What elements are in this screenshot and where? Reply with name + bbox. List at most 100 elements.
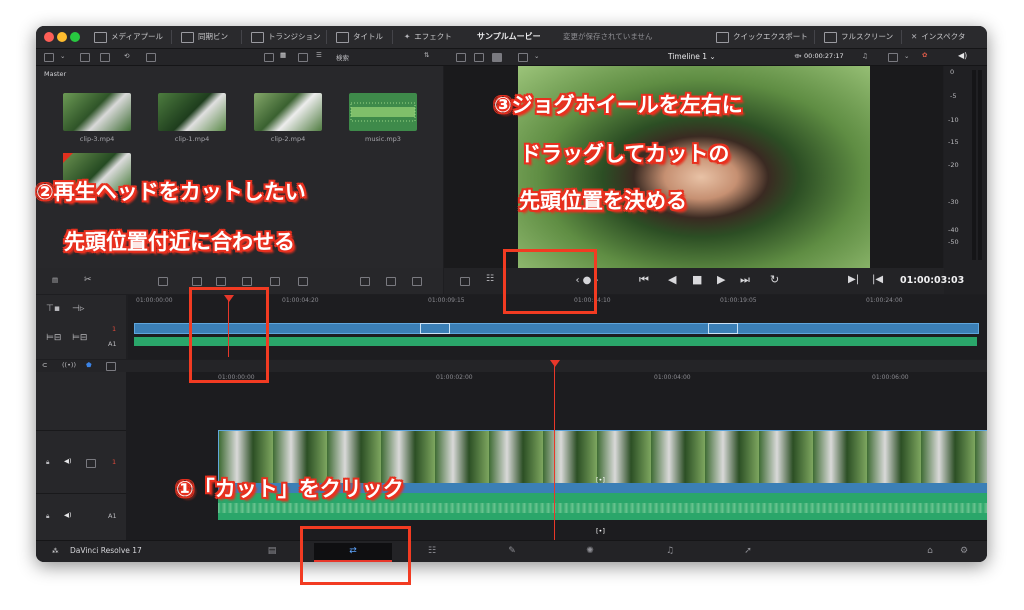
sync-bin-tab[interactable]: 同期ビン — [181, 26, 228, 48]
media-page-icon[interactable]: ▤ — [266, 546, 278, 556]
video-enable-icon[interactable] — [86, 459, 96, 468]
metadata-view-icon[interactable] — [264, 53, 274, 62]
meter-scale: -15 — [948, 138, 959, 146]
playhead-highlight — [189, 287, 269, 383]
media-pool-icon — [94, 31, 107, 43]
audio-clip-thumbnail[interactable] — [349, 93, 417, 131]
color-wheel-icon[interactable]: ✿ — [922, 51, 927, 59]
zoom-window-button[interactable] — [70, 32, 80, 42]
safe-guides-icon[interactable] — [386, 277, 396, 286]
cut-point-marker[interactable] — [708, 323, 738, 334]
loop-icon[interactable]: ↻ — [770, 273, 779, 286]
append-icon[interactable] — [192, 277, 202, 286]
source-viewer-icon[interactable] — [474, 53, 484, 62]
speaker-icon[interactable]: ◀) — [958, 51, 967, 60]
mark-out-icon[interactable]: |◀ — [872, 274, 883, 285]
go-to-end-icon[interactable]: ⏭ — [740, 273, 750, 287]
speaker-icon[interactable]: ◀) — [64, 511, 72, 519]
scissors-icon[interactable]: ✂ — [84, 275, 92, 285]
mark-in-icon[interactable]: ▶| — [848, 274, 859, 285]
smart-insert-icon[interactable] — [158, 277, 168, 286]
snapping-icon[interactable]: ⊂ — [42, 361, 47, 369]
close-window-button[interactable] — [44, 32, 54, 42]
divider — [814, 30, 815, 44]
playhead[interactable] — [554, 360, 555, 540]
step3-line2: ドラッグしてカットの — [520, 142, 730, 166]
audio-track-number: A1 — [108, 340, 117, 348]
import-icon[interactable] — [100, 53, 110, 62]
save-status: 変更が保存されていません — [563, 32, 653, 41]
clip-thumbnail[interactable] — [63, 93, 131, 131]
video-track-options-icon[interactable]: ⊨⊟ — [72, 333, 87, 343]
thumbnail-view-icon[interactable]: ▦ — [280, 51, 286, 59]
source-overwrite-icon[interactable] — [298, 277, 308, 286]
clip-thumbnail[interactable] — [254, 93, 322, 131]
audio-icon[interactable]: ♫ — [862, 52, 868, 60]
panel-toggle-icon[interactable] — [44, 53, 54, 62]
audio-view-icon[interactable] — [412, 277, 422, 286]
cut-point-marker[interactable] — [420, 323, 450, 334]
display-icon[interactable] — [888, 53, 898, 62]
source-tape-icon[interactable] — [460, 277, 470, 286]
sync-icon[interactable]: ⟲ — [124, 52, 129, 60]
timeline-options-icon[interactable]: ⊤▪ — [46, 304, 60, 314]
safe-area-icon[interactable] — [518, 53, 528, 62]
meter-scale: -5 — [950, 92, 957, 100]
inspector-button[interactable]: ✕ インスペクタ — [911, 26, 965, 48]
marker-icon[interactable]: ⬟ — [86, 361, 92, 369]
split-view-icon[interactable] — [360, 277, 370, 286]
speaker-icon[interactable]: ◀) — [64, 457, 72, 465]
meter-bar-right — [978, 70, 982, 260]
effects-tab[interactable]: ✦ エフェクト — [404, 26, 452, 48]
minimize-window-button[interactable] — [57, 32, 67, 42]
play-icon[interactable]: ▶ — [717, 273, 725, 286]
fusion-page-icon[interactable]: ✎ — [506, 546, 518, 556]
sort-icon[interactable]: ☰ — [316, 51, 322, 59]
home-icon[interactable]: ⌂ — [924, 546, 936, 556]
clip-thumbnail[interactable] — [158, 93, 226, 131]
edit-page-icon[interactable]: ☷ — [426, 546, 438, 556]
viewer-mode-icon[interactable] — [456, 53, 466, 62]
smart-bin-icon[interactable]: ▤ — [52, 276, 58, 284]
list-view-icon[interactable] — [298, 53, 308, 62]
transitions-tab[interactable]: トランジション — [251, 26, 321, 48]
deliver-page-icon[interactable]: ➚ — [742, 546, 754, 556]
settings-gear-icon[interactable]: ⚙ — [958, 546, 970, 556]
jog-wheel-highlight — [503, 249, 597, 314]
quick-export-button[interactable]: クイックエクスポート — [716, 26, 808, 48]
step2-line1: ②再生ヘッドをカットしたい — [36, 180, 306, 204]
color-page-icon[interactable]: ✺ — [584, 546, 596, 556]
snap-icon[interactable]: ⊣▹ — [72, 304, 84, 314]
audio-track-options-icon[interactable]: ⊨⊟ — [46, 333, 61, 343]
titles-tab[interactable]: タイトル — [336, 26, 383, 48]
lock-icon[interactable]: 🔒︎ — [46, 512, 49, 521]
ripple-overwrite-icon[interactable] — [216, 277, 226, 286]
chevron-down-icon[interactable]: ⌄ — [60, 52, 65, 60]
audio-track-number: A1 — [108, 512, 117, 520]
new-bin-icon[interactable] — [80, 53, 90, 62]
playhead-handle[interactable] — [550, 360, 560, 367]
chevron-down-icon[interactable]: ⌄ — [534, 52, 539, 60]
timeline-selector[interactable]: Timeline 1 ⌄ — [668, 52, 716, 61]
cut-tab-highlight — [300, 526, 411, 585]
waveform — [350, 102, 416, 122]
chevron-down-icon[interactable]: ⌄ — [904, 52, 909, 60]
audio-scrub-icon[interactable]: ((•)) — [62, 361, 76, 369]
timeline-viewer-icon[interactable] — [492, 53, 502, 62]
sort-order-icon[interactable]: ⇅ — [424, 51, 429, 59]
clip-options-icon[interactable] — [106, 362, 116, 371]
play-reverse-icon[interactable]: ◀ — [668, 273, 676, 286]
lock-icon[interactable]: 🔒︎ — [46, 458, 49, 467]
fairlight-page-icon[interactable]: ♫ — [664, 546, 676, 556]
unlink-icon[interactable] — [146, 53, 156, 62]
effects-wand-icon: ✦ — [404, 32, 411, 41]
search-button[interactable]: 検索 — [336, 52, 349, 62]
media-pool-tab[interactable]: メディアプール — [94, 26, 163, 48]
trim-icon[interactable]: ☷ — [486, 274, 494, 284]
close-up-icon[interactable] — [242, 277, 252, 286]
fullscreen-button[interactable]: フルスクリーン — [824, 26, 893, 48]
stop-icon[interactable]: ■ — [692, 273, 702, 286]
go-to-start-icon[interactable]: ⏮ — [639, 273, 649, 287]
place-on-top-icon[interactable] — [270, 277, 280, 286]
clip-name: clip-1.mp4 — [174, 135, 210, 143]
